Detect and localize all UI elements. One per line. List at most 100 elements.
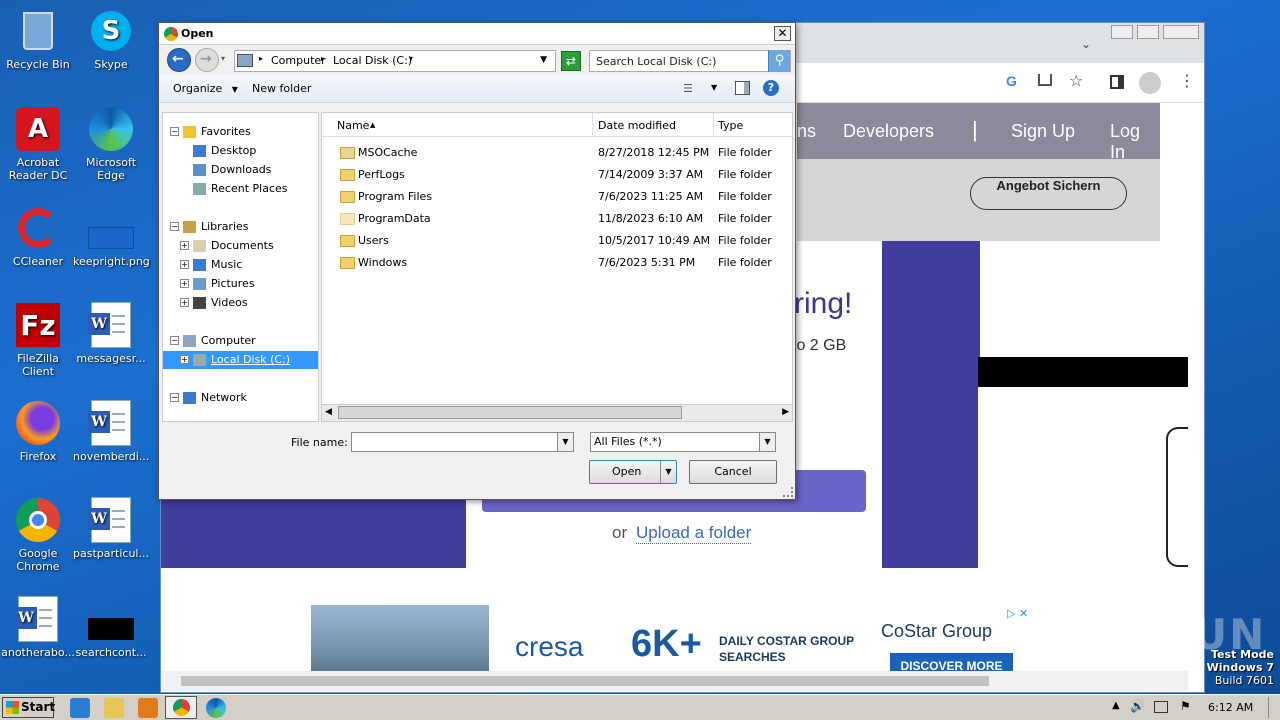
show-desktop-button[interactable]: [1268, 697, 1278, 718]
scroll-left-icon[interactable]: ◀: [325, 407, 332, 417]
dialog-close-button[interactable]: ✕: [774, 26, 791, 41]
chevron-down-icon[interactable]: ▼: [759, 433, 775, 451]
open-button[interactable]: Open ▼: [589, 460, 677, 484]
column-header-date[interactable]: Date modified: [598, 119, 676, 132]
desktop-icon-recycle-bin[interactable]: Recycle Bin: [0, 8, 76, 71]
preview-pane-icon[interactable]: [735, 81, 750, 95]
nav-tree-item[interactable]: Desktop: [163, 142, 318, 160]
view-options-icon[interactable]: ☰: [683, 82, 693, 95]
ie-taskbar-icon[interactable]: [70, 698, 90, 718]
tab-list-chevron-icon[interactable]: ⌄: [1081, 37, 1091, 51]
nav-tree-item[interactable]: + Music: [163, 256, 318, 274]
advertisement-banner[interactable]: cresa 6K+ DAILY COSTAR GROUP SEARCHES Co…: [311, 605, 1039, 681]
scroll-right-icon[interactable]: ▶: [782, 407, 789, 417]
nav-link-developers[interactable]: Developers: [843, 121, 934, 142]
desktop-icon-pastparticul[interactable]: pastparticul...: [73, 497, 149, 560]
tree-expander-icon[interactable]: +: [180, 355, 189, 364]
tree-expander-icon[interactable]: +: [180, 241, 189, 250]
chevron-down-icon[interactable]: ▼: [557, 433, 573, 451]
desktop-icon-messagesr[interactable]: messagesr...: [73, 302, 149, 365]
tree-expander-icon[interactable]: +: [180, 298, 189, 307]
forward-button[interactable]: →: [195, 48, 219, 72]
file-row[interactable]: Windows 7/6/2023 5:31 PM File folder: [322, 252, 792, 274]
tray-expand-icon[interactable]: ▲: [1112, 700, 1120, 711]
new-folder-button[interactable]: New folder: [252, 82, 311, 95]
chevron-down-icon[interactable]: ▼: [660, 461, 676, 483]
nav-tree-item[interactable]: Downloads: [163, 161, 318, 179]
nav-tree-item[interactable]: − Libraries: [163, 218, 318, 236]
google-icon[interactable]: G: [1006, 73, 1017, 89]
chrome-taskbar-button[interactable]: [165, 696, 197, 719]
nav-tree-item[interactable]: − Network: [163, 389, 318, 407]
ad-choices-icon[interactable]: ▷ ✕: [1007, 607, 1028, 620]
action-center-flag-icon[interactable]: ⚑: [1180, 699, 1191, 713]
desktop-icon-skype[interactable]: S Skype: [73, 8, 149, 71]
tree-expander-icon[interactable]: −: [170, 393, 179, 402]
address-dropdown-icon[interactable]: ▼: [540, 55, 547, 65]
explorer-taskbar-icon[interactable]: [104, 698, 124, 718]
browser-close-button[interactable]: [1163, 25, 1199, 39]
file-row[interactable]: PerfLogs 7/14/2009 3:37 AM File folder: [322, 164, 792, 186]
file-row[interactable]: MSOCache 8/27/2018 12:45 PM File folder: [322, 142, 792, 164]
nav-tree-item[interactable]: Recent Places: [163, 180, 318, 198]
side-panel-icon[interactable]: [1110, 75, 1124, 89]
clock[interactable]: 6:12 AM: [1208, 701, 1253, 714]
menu-kebab-icon[interactable]: ⋮: [1179, 71, 1195, 90]
back-button[interactable]: ←: [167, 48, 191, 72]
bookmark-star-icon[interactable]: ☆: [1069, 71, 1083, 90]
tree-expander-icon[interactable]: −: [170, 127, 179, 136]
tree-expander-icon[interactable]: −: [170, 222, 179, 231]
volume-icon[interactable]: 🔊: [1130, 699, 1145, 713]
desktop-icon-keepright[interactable]: keepright.png: [73, 205, 150, 268]
file-row[interactable]: Users 10/5/2017 10:49 AM File folder: [322, 230, 792, 252]
edge-taskbar-icon[interactable]: [206, 698, 226, 718]
desktop-icon-firefox[interactable]: Firefox: [0, 400, 76, 463]
scroll-thumb[interactable]: [338, 406, 682, 419]
angebot-sichern-button[interactable]: Angebot Sichern: [970, 177, 1127, 210]
desktop-icon-acrobat[interactable]: A Acrobat Reader DC: [0, 106, 76, 182]
organize-button[interactable]: Organize ▼: [173, 82, 238, 95]
file-row[interactable]: ProgramData 11/8/2023 6:10 AM File folder: [322, 208, 792, 230]
minimize-button[interactable]: [1111, 25, 1133, 39]
file-row[interactable]: Program Files 7/6/2023 11:25 AM File folde…: [322, 186, 792, 208]
start-button[interactable]: Start: [2, 697, 55, 718]
chevron-down-icon[interactable]: ▼: [711, 83, 717, 92]
file-name-input[interactable]: ▼: [351, 432, 574, 452]
nav-tree-item[interactable]: + Pictures: [163, 275, 318, 293]
tree-expander-icon[interactable]: +: [180, 279, 189, 288]
desktop-icon-edge[interactable]: Microsoft Edge: [73, 106, 149, 182]
desktop-icon-novemberdi[interactable]: novemberdi...: [73, 400, 149, 463]
nav-link-signup[interactable]: Sign Up: [1011, 121, 1075, 142]
nav-tree-item[interactable]: + Documents: [163, 237, 318, 255]
nav-tree-item[interactable]: + Local Disk (C:): [163, 351, 318, 369]
share-icon[interactable]: [1038, 74, 1052, 86]
nav-link-partial[interactable]: ns: [797, 121, 816, 142]
address-bar[interactable]: ▸ Computer ▸ Local Disk (C:) ▾ ▼: [234, 50, 556, 72]
network-icon[interactable]: [1154, 701, 1168, 713]
column-header-name[interactable]: Name: [337, 119, 369, 132]
desktop-icon-filezilla[interactable]: Fz FileZilla Client: [0, 302, 76, 378]
help-icon[interactable]: ?: [763, 80, 779, 96]
tree-expander-icon[interactable]: −: [170, 336, 179, 345]
desktop-icon-anotherabo[interactable]: anotherabo...: [0, 596, 76, 659]
column-header-type[interactable]: Type: [718, 119, 743, 132]
search-input[interactable]: Search Local Disk (C:) ⚲: [589, 50, 791, 72]
breadcrumb-computer[interactable]: Computer: [271, 54, 326, 67]
recent-locations-chevron-icon[interactable]: ▾: [221, 54, 225, 63]
file-list-horizontal-scrollbar[interactable]: ◀ ▶: [322, 404, 792, 421]
nav-tree-item[interactable]: − Computer: [163, 332, 318, 350]
nav-tree-item[interactable]: + Videos: [163, 294, 318, 312]
search-icon[interactable]: ⚲: [768, 50, 790, 72]
refresh-button[interactable]: ⇄: [561, 51, 581, 71]
resize-grip-icon[interactable]: [783, 487, 793, 497]
desktop-icon-ccleaner[interactable]: CCleaner: [0, 205, 76, 268]
profile-avatar-icon[interactable]: [1139, 72, 1161, 94]
nav-tree-item[interactable]: − Favorites: [163, 123, 318, 141]
desktop-icon-chrome[interactable]: Google Chrome: [0, 497, 76, 573]
breadcrumb-local-disk[interactable]: Local Disk (C:): [333, 54, 412, 67]
tree-expander-icon[interactable]: +: [180, 260, 189, 269]
horizontal-scrollbar[interactable]: [161, 671, 1188, 691]
media-player-taskbar-icon[interactable]: [138, 698, 158, 718]
upload-folder-link[interactable]: Upload a folder: [636, 523, 752, 544]
cancel-button[interactable]: Cancel: [689, 460, 777, 484]
